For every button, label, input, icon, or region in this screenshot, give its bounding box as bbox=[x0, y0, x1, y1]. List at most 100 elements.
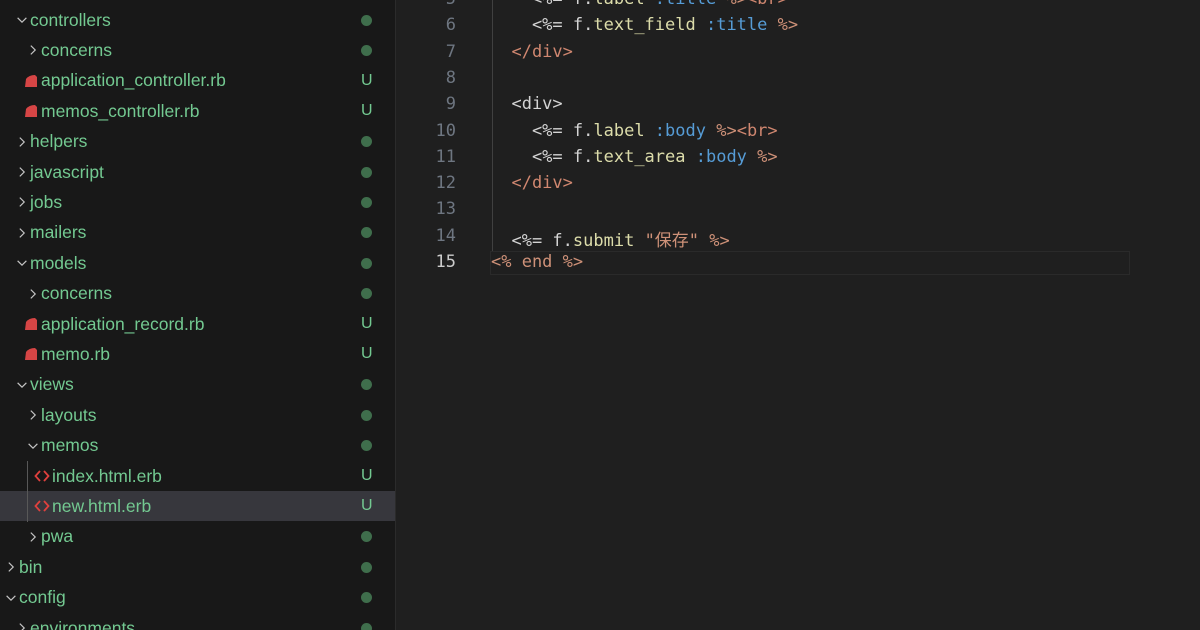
code-token: label bbox=[593, 120, 645, 141]
git-status-dot-icon bbox=[361, 136, 372, 148]
folder-config[interactable]: config bbox=[0, 583, 395, 613]
folder-memos[interactable]: memos bbox=[0, 431, 395, 461]
folder-bin[interactable]: bin bbox=[0, 552, 395, 582]
line-number: 15 bbox=[435, 252, 456, 272]
code-line[interactable]: <% end %> bbox=[491, 252, 583, 272]
chevron-right-icon bbox=[25, 407, 41, 423]
line-number: 5 bbox=[396, 0, 456, 9]
git-status-dot-icon bbox=[361, 14, 372, 26]
code-token: :title bbox=[645, 0, 716, 9]
untracked-badge: U bbox=[361, 467, 373, 484]
code-line[interactable]: <%= f.label :title %><br> bbox=[491, 0, 788, 9]
ruby-file-icon bbox=[23, 346, 39, 362]
git-status-dot-icon bbox=[361, 288, 372, 300]
item-label: memos_controller.rb bbox=[41, 100, 200, 121]
chevron-right-icon bbox=[14, 225, 30, 241]
item-label: memo.rb bbox=[41, 343, 111, 364]
code-token: %> bbox=[746, 146, 778, 167]
git-status-dot-icon bbox=[361, 379, 372, 391]
item-label: config bbox=[19, 587, 66, 608]
folder-layouts[interactable]: layouts bbox=[0, 400, 395, 430]
code-token: text_area bbox=[593, 146, 686, 167]
code-line[interactable]: <%= f.label :body %><br> bbox=[491, 121, 778, 141]
item-label: jobs bbox=[30, 191, 63, 212]
ruby-file-icon bbox=[23, 103, 39, 119]
code-line[interactable]: </div> bbox=[491, 41, 573, 62]
code-token: <div> bbox=[491, 94, 563, 115]
chevron-down-icon bbox=[14, 255, 30, 271]
code-token: f. bbox=[572, 120, 594, 141]
item-label: helpers bbox=[30, 131, 88, 152]
git-status-dot-icon bbox=[361, 196, 372, 208]
line-number: 14 bbox=[435, 225, 456, 246]
code-token: label bbox=[593, 0, 644, 9]
item-label: index.html.erb bbox=[52, 465, 162, 486]
folder-controllers[interactable]: controllers bbox=[0, 5, 395, 35]
ruby-file-icon bbox=[23, 316, 39, 332]
code-token: f. bbox=[572, 146, 594, 167]
folder-concerns[interactable]: concerns bbox=[0, 35, 395, 65]
line-number: 9 bbox=[445, 94, 456, 115]
chevron-down-icon bbox=[14, 377, 30, 393]
folder-models[interactable]: models bbox=[0, 248, 395, 278]
item-label: concerns bbox=[41, 283, 113, 304]
folder-concerns[interactable]: concerns bbox=[0, 279, 395, 309]
code-editor[interactable]: 5 <%= f.label :title %><br>6 <%= f.text_… bbox=[396, 0, 1200, 630]
item-label: memos bbox=[41, 435, 99, 456]
code-token: </div> bbox=[491, 41, 573, 62]
untracked-badge: U bbox=[361, 315, 373, 332]
git-status-dot-icon bbox=[361, 166, 372, 178]
file-application-record-rb[interactable]: application_record.rb U bbox=[0, 309, 395, 339]
folder-mailers[interactable]: mailers bbox=[0, 218, 395, 248]
chevron-down-icon bbox=[25, 438, 41, 454]
item-label: mailers bbox=[30, 222, 87, 243]
code-token: submit bbox=[572, 230, 635, 251]
file-index-html-erb[interactable]: index.html.erb U bbox=[0, 461, 395, 491]
line-number: 11 bbox=[435, 146, 456, 167]
folder-views[interactable]: views bbox=[0, 370, 395, 400]
git-status-dot-icon bbox=[361, 440, 372, 452]
item-label: bin bbox=[19, 556, 43, 577]
folder-jobs[interactable]: jobs bbox=[0, 187, 395, 217]
chevron-right-icon bbox=[25, 529, 41, 545]
folder-helpers[interactable]: helpers bbox=[0, 127, 395, 157]
git-status-dot-icon bbox=[361, 622, 372, 630]
item-label: new.html.erb bbox=[52, 495, 152, 516]
code-line[interactable]: <%= f.submit "保存" %> bbox=[491, 226, 730, 251]
chevron-right-icon bbox=[14, 164, 30, 180]
git-status-dot-icon bbox=[361, 227, 372, 239]
code-line[interactable]: <%= f.text_area :body %> bbox=[491, 147, 778, 167]
untracked-badge: U bbox=[361, 497, 373, 515]
line-number: 6 bbox=[445, 15, 456, 36]
line-number: 7 bbox=[445, 41, 456, 62]
code-token: :title bbox=[695, 15, 768, 36]
git-status-dot-icon bbox=[361, 44, 372, 56]
code-token: <%= bbox=[491, 230, 553, 251]
file-new-html-erb[interactable]: new.html.erb U bbox=[0, 491, 395, 522]
item-label: layouts bbox=[41, 404, 97, 425]
chevron-right-icon bbox=[14, 194, 30, 210]
folder-javascript[interactable]: javascript bbox=[0, 157, 395, 187]
untracked-badge: U bbox=[361, 345, 373, 363]
item-label: application_controller.rb bbox=[41, 70, 226, 91]
line-number: 8 bbox=[445, 67, 456, 88]
file-application-controller-rb[interactable]: application_controller.rb U bbox=[0, 66, 395, 96]
code-token: %> bbox=[699, 230, 730, 251]
html-file-icon bbox=[34, 468, 50, 484]
file-memos-controller-rb[interactable]: memos_controller.rb U bbox=[0, 96, 395, 126]
untracked-badge: U bbox=[361, 102, 373, 120]
code-line[interactable]: <%= f.text_field :title %> bbox=[491, 15, 798, 35]
code-line[interactable]: </div> bbox=[491, 173, 572, 193]
folder-pwa[interactable]: pwa bbox=[0, 522, 395, 552]
code-token: :body bbox=[685, 146, 747, 167]
code-line[interactable]: <div> bbox=[491, 94, 563, 115]
item-label: application_record.rb bbox=[41, 313, 205, 334]
chevron-right-icon bbox=[3, 559, 19, 575]
folder-environments[interactable]: environments bbox=[0, 613, 395, 630]
file-memo-rb[interactable]: memo.rb U bbox=[0, 339, 395, 369]
untracked-badge: U bbox=[361, 71, 373, 89]
code-token: f. bbox=[573, 0, 593, 9]
code-token: f. bbox=[552, 230, 573, 251]
item-label: javascript bbox=[30, 161, 104, 182]
chevron-right-icon bbox=[25, 286, 41, 302]
